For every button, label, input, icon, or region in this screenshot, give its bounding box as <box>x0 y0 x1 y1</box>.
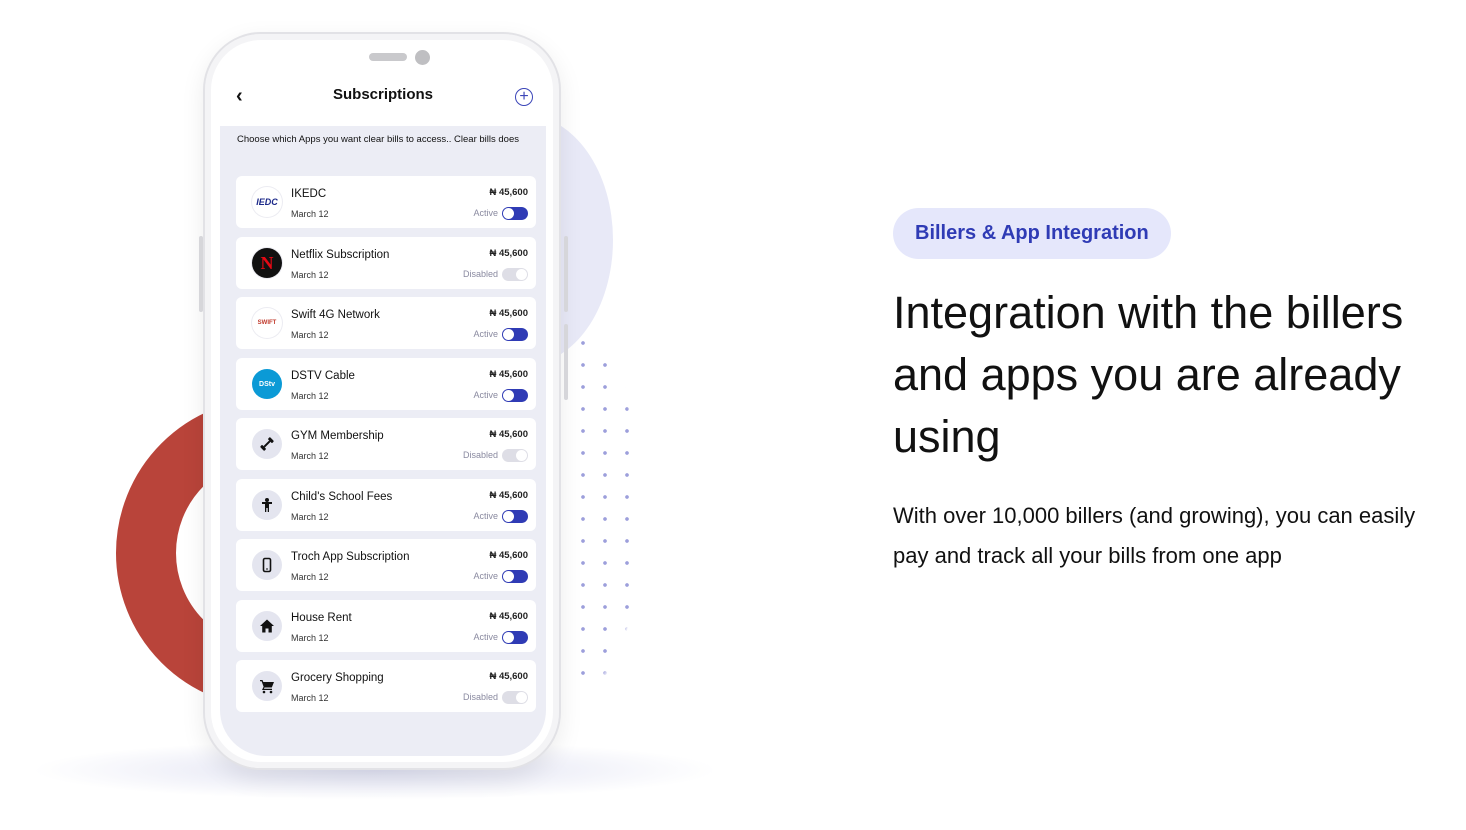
subscription-card[interactable]: DStv DSTV Cable March 12 ₦ 45,600 Active <box>236 358 536 410</box>
subscription-status: Active <box>473 511 498 521</box>
subscription-status: Active <box>473 208 498 218</box>
subscription-date: March 12 <box>291 512 329 522</box>
phone-speaker <box>369 53 407 61</box>
subscription-toggle[interactable] <box>502 570 528 583</box>
ikedc-logo-icon: IEDC <box>252 187 282 217</box>
feature-description: With over 10,000 billers (and growing), … <box>893 503 1416 568</box>
phone-camera <box>415 50 430 65</box>
swift-logo-icon: SWIFT <box>252 308 282 338</box>
child-icon <box>252 490 282 520</box>
subscription-card[interactable]: SWIFT Swift 4G Network March 12 ₦ 45,600… <box>236 297 536 349</box>
subscription-card[interactable]: Troch App Subscription March 12 ₦ 45,600… <box>236 539 536 591</box>
subscription-amount: ₦ 45,600 <box>489 369 528 380</box>
subscription-toggle[interactable] <box>502 207 528 220</box>
subscription-amount: ₦ 45,600 <box>489 490 528 501</box>
subscription-toggle[interactable] <box>502 449 528 462</box>
subscription-toggle[interactable] <box>502 328 528 341</box>
subscription-status: Active <box>473 632 498 642</box>
subscription-status: Disabled <box>462 450 498 460</box>
subscription-date: March 12 <box>291 270 329 280</box>
subscription-date: March 12 <box>291 572 329 582</box>
subscription-name: Troch App Subscription <box>291 551 410 563</box>
subscription-toggle[interactable] <box>502 510 528 523</box>
subscription-amount: ₦ 45,600 <box>489 611 528 622</box>
decorative-dot-grid <box>572 332 692 692</box>
subscription-card[interactable]: N Netflix Subscription March 12 ₦ 45,600… <box>236 237 536 289</box>
feature-headline: Integration with the billers and apps yo… <box>893 287 1404 462</box>
subscription-status: Active <box>473 390 498 400</box>
home-icon <box>252 611 282 641</box>
subscription-name: DSTV Cable <box>291 370 355 382</box>
subscription-amount: ₦ 45,600 <box>489 248 528 259</box>
subscription-status: Disabled <box>462 269 498 279</box>
subscription-status: Disabled <box>462 692 498 702</box>
intro-text: Choose which Apps you want clear bills t… <box>237 134 519 145</box>
subscription-amount: ₦ 45,600 <box>489 308 528 319</box>
feature-badge: Billers & App Integration <box>893 208 1171 259</box>
subscription-date: March 12 <box>291 330 329 340</box>
subscription-date: March 12 <box>291 209 329 219</box>
subscription-name: Swift 4G Network <box>291 309 380 321</box>
subscription-amount: ₦ 45,600 <box>489 671 528 682</box>
subscription-amount: ₦ 45,600 <box>489 187 528 198</box>
subscription-toggle[interactable] <box>502 691 528 704</box>
subscription-card[interactable]: Grocery Shopping March 12 ₦ 45,600 Disab… <box>236 660 536 712</box>
subscription-amount: ₦ 45,600 <box>489 429 528 440</box>
dumbbell-icon <box>252 429 282 459</box>
subscription-name: House Rent <box>291 612 352 624</box>
subscription-toggle[interactable] <box>502 631 528 644</box>
subscription-name: Child's School Fees <box>291 491 393 503</box>
subscription-card[interactable]: Child's School Fees March 12 ₦ 45,600 Ac… <box>236 479 536 531</box>
phone-icon <box>252 550 282 580</box>
subscription-date: March 12 <box>291 451 329 461</box>
subscription-status: Active <box>473 329 498 339</box>
phone-mockup: ‹ Subscriptions + Choose which Apps you … <box>199 32 568 770</box>
subscription-name: Netflix Subscription <box>291 249 390 261</box>
subscription-name: GYM Membership <box>291 430 384 442</box>
subscription-card[interactable]: IEDC IKEDC March 12 ₦ 45,600 Active <box>236 176 536 228</box>
app-screen: ‹ Subscriptions + Choose which Apps you … <box>220 70 546 756</box>
subscription-card[interactable]: House Rent March 12 ₦ 45,600 Active <box>236 600 536 652</box>
phone-side-button <box>564 236 568 312</box>
subscription-card[interactable]: GYM Membership March 12 ₦ 45,600 Disable… <box>236 418 536 470</box>
netflix-logo-icon: N <box>252 248 282 278</box>
subscription-date: March 12 <box>291 633 329 643</box>
app-header: ‹ Subscriptions <box>220 70 546 126</box>
subscription-amount: ₦ 45,600 <box>489 550 528 561</box>
screen-title: Subscriptions <box>332 86 433 103</box>
add-subscription-icon[interactable]: + <box>515 88 533 106</box>
subscription-status: Active <box>473 571 498 581</box>
phone-side-button <box>199 236 203 312</box>
subscription-name: IKEDC <box>291 188 327 200</box>
subscription-toggle[interactable] <box>502 268 528 281</box>
subscription-date: March 12 <box>291 693 329 703</box>
subscription-toggle[interactable] <box>502 389 528 402</box>
dstv-logo-icon: DStv <box>252 369 282 399</box>
cart-icon <box>252 671 282 701</box>
subscription-name: Grocery Shopping <box>291 672 384 684</box>
subscription-date: March 12 <box>291 391 329 401</box>
phone-side-button <box>564 324 568 400</box>
